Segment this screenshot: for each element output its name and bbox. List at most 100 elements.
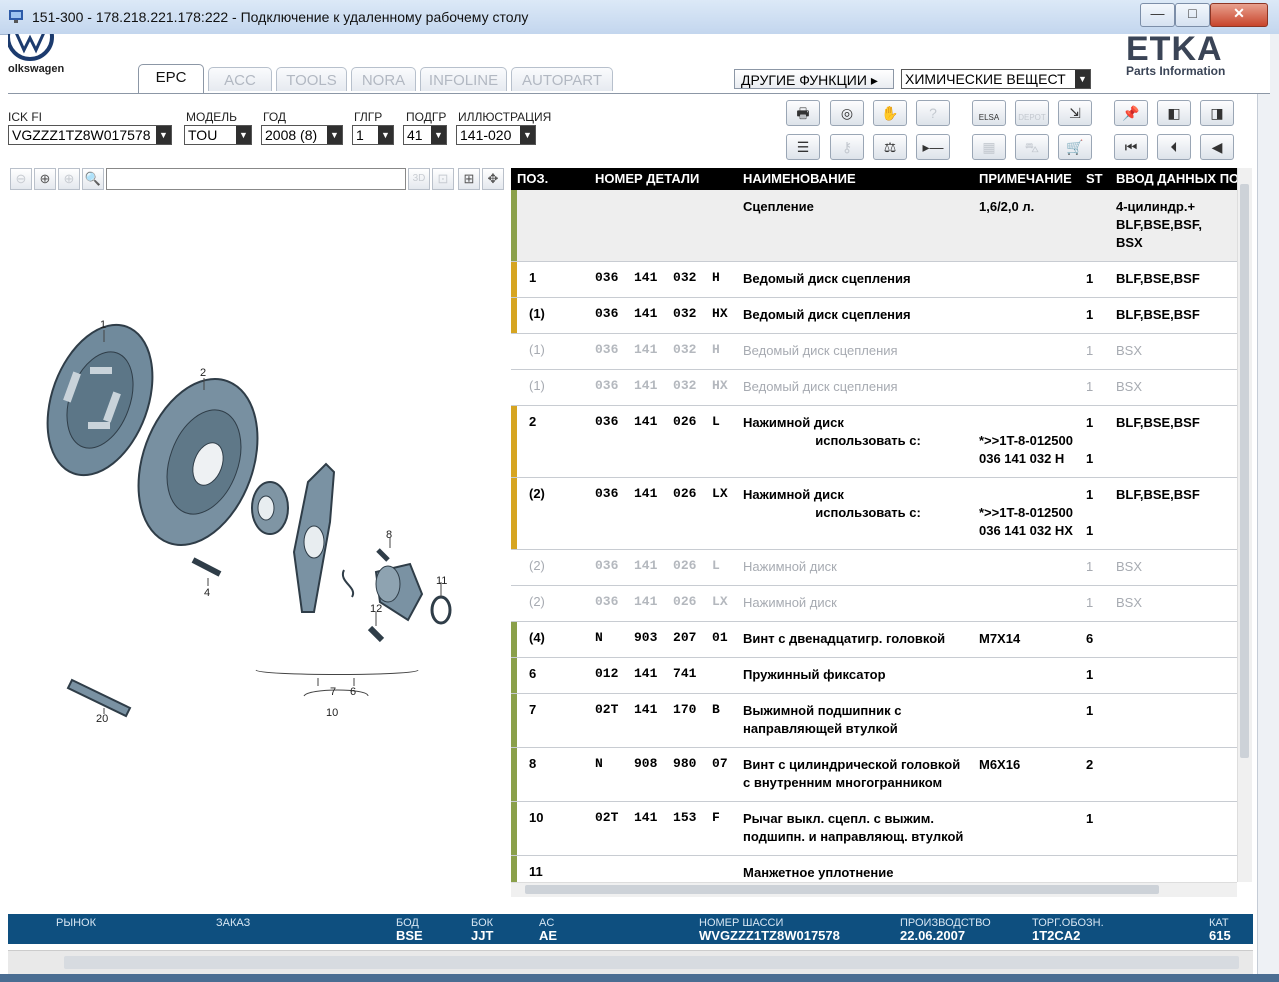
podgr-select[interactable]: 41 ▼ — [403, 125, 447, 145]
year-select[interactable]: 2008 (8) ▼ — [261, 125, 343, 145]
screw-part[interactable] — [376, 548, 390, 562]
cart-add-button[interactable]: ⇲ — [1058, 100, 1092, 126]
table-row[interactable]: (2) 036 141 026 LX Нажимной диск 1 BSX — [511, 586, 1237, 622]
table-row[interactable]: (2) 036 141 026 L Нажимной диск 1 BSX — [511, 550, 1237, 586]
col-part-number[interactable]: НОМЕР ДЕТАЛИ — [595, 171, 699, 186]
elsa-button[interactable]: ELSA — [972, 100, 1006, 126]
first-page-button[interactable]: ⏮ — [1114, 134, 1148, 160]
model-label: МОДЕЛЬ — [186, 110, 237, 124]
3d-button[interactable]: 3D — [408, 168, 430, 190]
diagram-label-4[interactable]: 4 — [204, 587, 210, 599]
tab-tools[interactable]: TOOLS — [276, 67, 347, 91]
diagram-label-10[interactable]: 10 — [326, 707, 338, 719]
play-minus-button[interactable]: ▸— — [916, 134, 950, 160]
depot-button[interactable]: DEPOT — [1015, 100, 1049, 126]
chemicals-select[interactable]: ХИМИЧЕСКИЕ ВЕЩЕСТ ▼ — [901, 69, 1091, 89]
release-lever-part[interactable] — [292, 462, 336, 613]
search-input[interactable] — [106, 168, 406, 190]
table-row[interactable]: Сцепление 1,6/2,0 л. 4-цилиндр.+ BLF,BSE,B… — [511, 190, 1237, 262]
scale-button[interactable]: ⚖ — [873, 134, 907, 160]
table-row[interactable]: 10 02T 141 153 F Рычаг выкл. сцепл. с выжи… — [511, 802, 1237, 856]
guide-sleeve-part[interactable] — [374, 562, 424, 622]
key-button[interactable]: ⚷ — [830, 134, 864, 160]
layout-button[interactable]: ⊞ — [458, 168, 480, 190]
diagram-label-12[interactable]: 12 — [370, 603, 382, 615]
close-button[interactable]: ✕ — [1210, 3, 1268, 27]
help-button[interactable]: ? — [916, 100, 950, 126]
scroll-thumb[interactable] — [64, 956, 1239, 969]
zoom-out-button[interactable]: ⊖ — [10, 168, 32, 190]
print-button[interactable]: 🖶 — [786, 100, 820, 126]
window-horizontal-scrollbar[interactable] — [8, 950, 1253, 975]
table-row[interactable]: 8 N 908 980 07 Винт с цилиндрической голов… — [511, 748, 1237, 802]
scroll-thumb[interactable] — [525, 885, 1159, 894]
zoom-fit-button[interactable]: ⊕ — [34, 168, 56, 190]
car-button[interactable]: ⛍ — [1015, 134, 1049, 160]
scroll-thumb[interactable] — [1240, 184, 1249, 758]
table-row[interactable]: 2 036 141 026 L Нажимной диск использовать… — [511, 406, 1237, 478]
col-input[interactable]: ВВОД ДАННЫХ ПО — [1116, 171, 1239, 186]
tab-epc[interactable]: EPC — [138, 64, 204, 94]
diagram-label-11[interactable]: 11 — [436, 575, 447, 587]
cart-button[interactable]: 🛒 — [1058, 134, 1092, 160]
diagram-label-20[interactable]: 20 — [96, 713, 108, 725]
search-button[interactable]: 🔍 — [82, 168, 104, 190]
maximize-button[interactable]: □ — [1175, 3, 1210, 27]
table-row[interactable]: (2) 036 141 026 LX Нажимной диск использов… — [511, 478, 1237, 550]
prev-page-button[interactable]: ⏴ — [1157, 134, 1191, 160]
back-button[interactable]: ◀ — [1200, 134, 1234, 160]
diagram-label-8[interactable]: 8 — [386, 529, 392, 541]
table-vertical-scrollbar[interactable] — [1237, 168, 1252, 882]
tab-infoline[interactable]: INFOLINE — [420, 67, 507, 91]
table-row[interactable]: 6 012 141 741 Пружинный фиксатор 1 — [511, 658, 1237, 694]
doc-next-button[interactable]: ◨ — [1200, 100, 1234, 126]
cell-name: Нажимной диск использовать с: — [743, 487, 921, 520]
pin-button[interactable]: 📌 — [1114, 100, 1148, 126]
spring-clip-part[interactable] — [341, 569, 355, 598]
minimize-button[interactable]: — — [1140, 3, 1175, 27]
table-row[interactable]: 11 Манжетное уплотнение ... 801 833 — [511, 856, 1237, 882]
tab-nora[interactable]: NORA — [351, 67, 416, 91]
cart-icon: 🛒 — [1066, 139, 1084, 155]
table-row[interactable]: (1) 036 141 032 H Ведомый диск сцепления 1 B… — [511, 334, 1237, 370]
doc-left-icon: ◧ — [1167, 105, 1181, 121]
diagram-label-1[interactable]: 1 — [100, 319, 106, 331]
vin-select[interactable]: VGZZZ1TZ8W017578 ▼ — [8, 125, 172, 145]
model-select[interactable]: TOU ▼ — [184, 125, 252, 145]
col-note[interactable]: ПРИМЕЧАНИЕ — [979, 171, 1072, 186]
layers-button[interactable]: ⊡ — [432, 168, 454, 190]
diagram-label-6[interactable]: 6 — [350, 686, 356, 698]
disc-button[interactable]: ◎ — [830, 100, 864, 126]
table-row[interactable]: (1) 036 141 032 HX Ведомый диск сцепления 1… — [511, 370, 1237, 406]
col-st[interactable]: ST — [1086, 171, 1103, 186]
table-row[interactable]: 7 02T 141 170 B Выжимной подшипник с напра… — [511, 694, 1237, 748]
diagram-label-7[interactable]: 7 — [330, 686, 336, 698]
hands-button[interactable]: ✋ — [873, 100, 907, 126]
table-row[interactable]: (4) N 903 207 01 Винт с двенадцатигр. голо… — [511, 622, 1237, 658]
bolt-part[interactable] — [191, 557, 222, 577]
move-button[interactable]: ✥ — [482, 168, 504, 190]
tab-autopart[interactable]: AUTOPART — [511, 67, 613, 91]
col-pos[interactable]: ПОЗ. — [517, 171, 548, 186]
release-bearing-part[interactable] — [251, 481, 289, 535]
table-row[interactable]: 1 036 141 032 H Ведомый диск сцепления 1 BLF… — [511, 262, 1237, 298]
glgr-select[interactable]: 1 ▼ — [352, 125, 394, 145]
table-horizontal-scrollbar[interactable] — [511, 882, 1237, 897]
screw-part-12[interactable] — [367, 625, 385, 643]
grease-tube-part[interactable] — [66, 678, 132, 718]
other-functions-button[interactable]: ДРУГИЕ ФУНКЦИИ ▸ — [734, 69, 894, 89]
list-button[interactable]: ☰ — [786, 134, 820, 160]
window-right-scrollbar[interactable] — [1257, 34, 1279, 974]
zoom-area-button[interactable]: ⊕ — [58, 168, 80, 190]
seal-ring-part[interactable] — [430, 595, 452, 625]
diagram-label-2[interactable]: 2 — [200, 367, 206, 379]
doc-prev-button[interactable]: ◧ — [1157, 100, 1191, 126]
col-name[interactable]: НАИМЕНОВАНИЕ — [743, 171, 856, 186]
cell-pos: (4) — [529, 630, 545, 645]
cell-st: 1 — [1086, 595, 1094, 610]
parts-button[interactable]: ▦ — [972, 134, 1006, 160]
table-row[interactable]: (1) 036 141 032 HX Ведомый диск сцепления 1… — [511, 298, 1237, 334]
illustration-select[interactable]: 141-020 ▼ — [456, 125, 536, 145]
tab-acc[interactable]: ACC — [208, 67, 272, 91]
parts-diagram[interactable]: 1 2 4 8 11 12 7 6 10 20 — [8, 192, 508, 912]
